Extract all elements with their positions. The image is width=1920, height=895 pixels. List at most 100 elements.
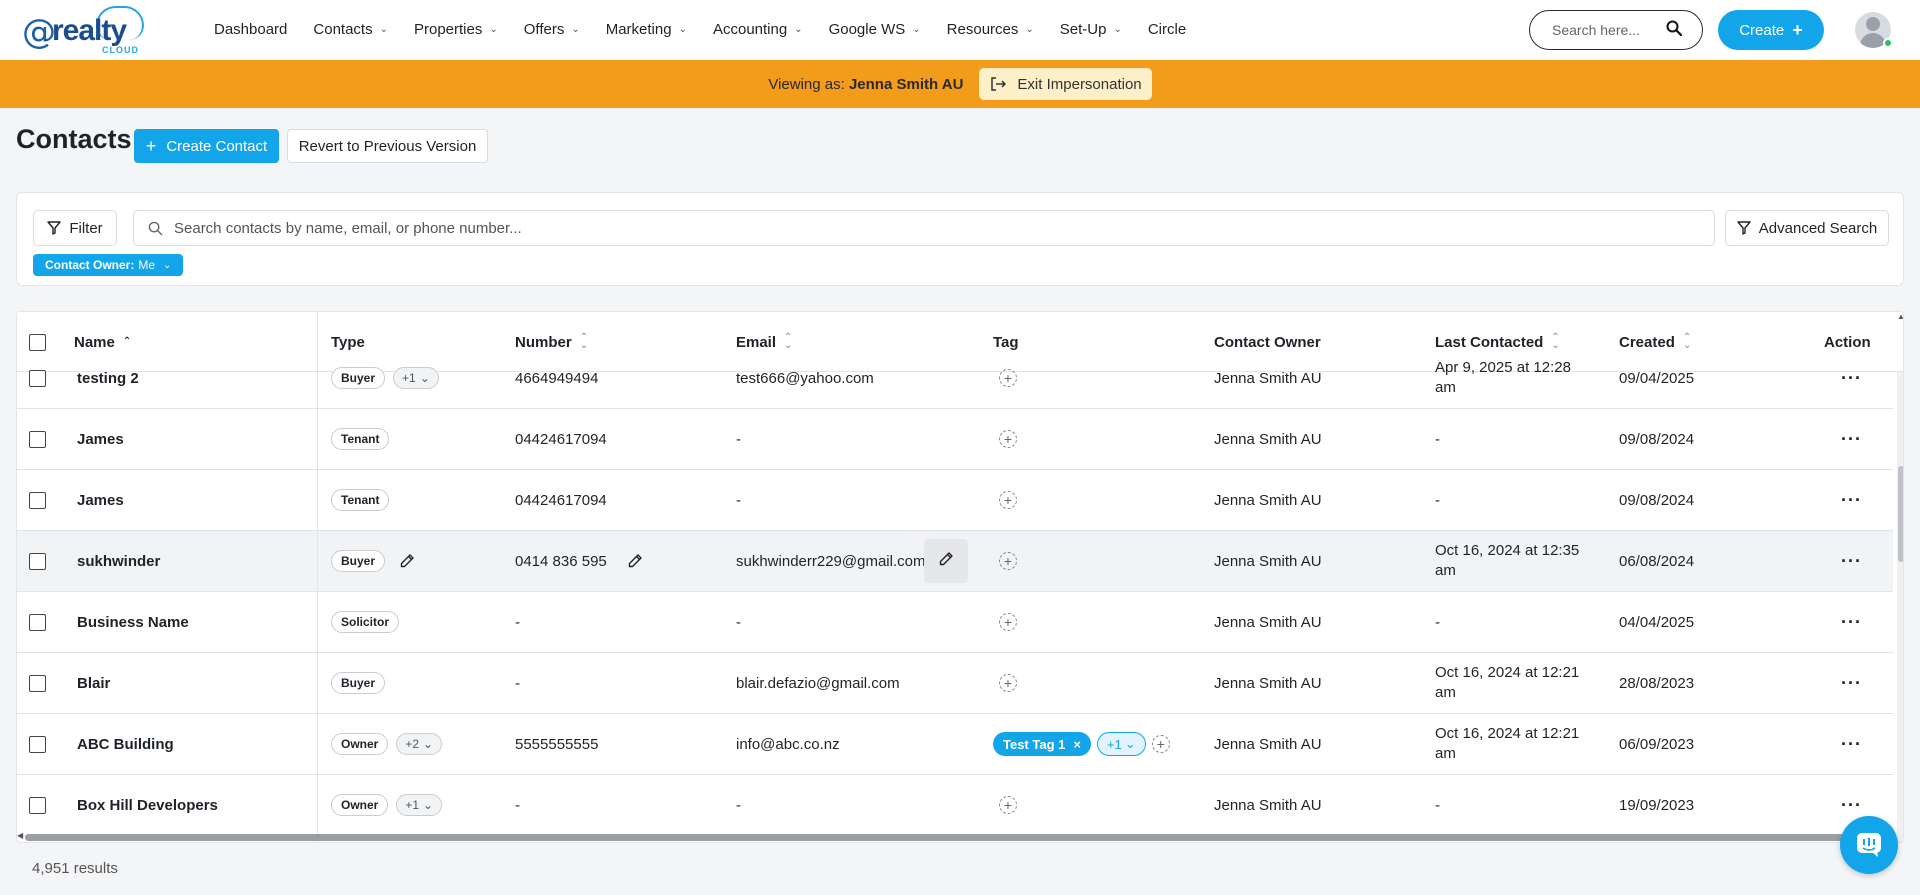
row-actions-button[interactable]: ··· [1841,409,1862,469]
row-checkbox[interactable] [29,735,46,753]
nav-item-properties[interactable]: Properties ⌄ [414,21,498,38]
add-tag-icon[interactable]: + [999,674,1017,692]
row-checkbox[interactable] [29,613,46,631]
impersonation-banner: Viewing as: Jenna Smith AU Exit Imperson… [0,60,1920,108]
row-checkbox-cell [29,409,46,469]
row-actions-button[interactable]: ··· [1841,348,1862,408]
contact-email: - [736,613,741,631]
advanced-search-button[interactable]: Advanced Search [1725,210,1889,246]
contact-name[interactable]: ABC Building [77,714,174,774]
nav-item-resources[interactable]: Resources ⌄ [947,21,1034,38]
type-badge[interactable]: Buyer [331,550,386,572]
contact-name[interactable]: James [77,409,124,469]
row-actions-button[interactable]: ··· [1841,531,1862,591]
nav-item-dashboard[interactable]: Dashboard [214,21,287,38]
row-checkbox[interactable] [29,430,46,448]
revert-version-button[interactable]: Revert to Previous Version [287,129,488,163]
table-row[interactable]: sukhwinder Buyer 0414 836 595 sukhwinderr22… [17,531,1893,592]
table-row[interactable]: James Tenant 04424617094 - + Jenna Smith AU - 0… [17,470,1893,531]
row-checkbox[interactable] [29,369,46,387]
row-actions-button[interactable]: ··· [1841,470,1862,530]
contact-name[interactable]: testing 2 [77,348,139,408]
tag-chip[interactable]: Test Tag 1 × [993,732,1091,756]
type-more-count: +1 [402,371,416,385]
add-tag-icon[interactable]: + [999,613,1017,631]
create-button[interactable]: Create + [1718,10,1824,50]
contact-number-cell: 4664949494 [515,348,598,408]
type-badge[interactable]: Buyer [331,672,386,694]
global-search-input[interactable]: Search here... [1529,10,1703,50]
filter-icon [1737,221,1751,235]
nav-item-set-up[interactable]: Set-Up ⌄ [1060,21,1122,38]
contact-name[interactable]: sukhwinder [77,531,160,591]
type-more-badge[interactable]: +1 ⌄ [393,367,439,389]
nav-item-accounting[interactable]: Accounting ⌄ [713,21,803,38]
type-badge[interactable]: Owner [331,794,389,816]
add-tag-icon[interactable]: + [999,369,1017,387]
close-icon[interactable]: × [1073,737,1081,752]
contact-tag-cell: Test Tag 1 × +1 ⌄ + [993,714,1170,774]
create-contact-button[interactable]: + Create Contact [134,129,279,163]
scroll-up-icon[interactable]: ▲ [1897,312,1903,321]
filter-button[interactable]: Filter [33,210,117,246]
search-icon[interactable] [1666,20,1682,36]
type-badge[interactable]: Tenant [331,428,390,450]
vertical-scrollbar[interactable] [1897,372,1903,842]
main-menu: Dashboard Contacts ⌄ Properties ⌄ Offers ⌄ Mark… [214,0,1212,58]
edit-email-button[interactable] [924,539,968,583]
contact-tag-cell: + [993,531,1017,591]
contact-search-input[interactable]: Search contacts by name, email, or phone… [133,210,1715,246]
table-row[interactable]: Blair Buyer - blair.defazio@gmail.com + Jenna… [17,653,1893,714]
scroll-left-icon[interactable]: ◀ [17,831,23,840]
contact-name[interactable]: Business Name [77,592,189,652]
type-badge[interactable]: Owner [331,733,389,755]
contact-name[interactable]: Blair [77,653,110,713]
chat-icon [1857,833,1881,857]
pencil-icon[interactable] [627,553,643,569]
contact-type-cell: Owner +2 ⌄ [331,714,443,774]
type-more-badge[interactable]: +2 ⌄ [396,733,443,755]
tag-more-badge[interactable]: +1 ⌄ [1096,732,1146,756]
add-tag-icon[interactable]: + [999,552,1017,570]
vertical-scroll-thumb[interactable] [1898,466,1903,562]
add-tag-icon[interactable]: + [999,491,1017,509]
table-row[interactable]: Box Hill Developers Owner +1 ⌄ - - + Jenna Smit… [17,775,1893,836]
contact-owner-chip[interactable]: Contact Owner: Me ⌄ [33,254,184,276]
contact-number-cell: 04424617094 [515,409,607,469]
contact-email: info@abc.co.nz [736,735,840,753]
add-tag-icon[interactable]: + [999,796,1017,814]
chevron-down-icon: ⌄ [423,737,434,751]
chevron-down-icon: ⌄ [571,23,580,35]
nav-item-marketing[interactable]: Marketing ⌄ [606,21,687,38]
nav-item-offers[interactable]: Offers ⌄ [524,21,580,38]
contact-name[interactable]: Box Hill Developers [77,775,218,835]
chat-support-button[interactable] [1840,816,1898,874]
nav-item-circle[interactable]: Circle [1148,21,1186,38]
type-badge[interactable]: Buyer [331,367,386,389]
add-tag-icon[interactable]: + [1151,735,1170,753]
pencil-icon[interactable] [399,553,415,569]
horizontal-scrollbar[interactable] [25,834,1891,841]
nav-item-google-ws[interactable]: Google WS ⌄ [829,21,921,38]
chevron-down-icon: ⌄ [379,23,388,35]
row-checkbox[interactable] [29,552,46,570]
row-checkbox[interactable] [29,796,46,814]
nav-item-contacts[interactable]: Contacts ⌄ [313,21,388,38]
table-row[interactable]: Business Name Solicitor - - + Jenna Smith AU -… [17,592,1893,653]
row-actions-button[interactable]: ··· [1841,653,1862,713]
table-row[interactable]: James Tenant 04424617094 - + Jenna Smith AU - 0… [17,409,1893,470]
exit-impersonation-button[interactable]: Exit Impersonation [979,68,1152,100]
table-row[interactable]: ABC Building Owner +2 ⌄ 5555555555 info@abc.c… [17,714,1893,775]
row-actions-button[interactable]: ··· [1841,714,1862,774]
type-more-badge[interactable]: +1 ⌄ [396,794,443,816]
row-checkbox[interactable] [29,674,46,692]
realty-cloud-logo[interactable]: @ realty CLOUD [22,6,146,55]
contact-name[interactable]: James [77,470,124,530]
row-actions-button[interactable]: ··· [1841,592,1862,652]
row-checkbox[interactable] [29,491,46,509]
table-row[interactable]: testing 2 Buyer +1 ⌄ 4664949494 test666@yahoo… [17,348,1893,409]
type-badge[interactable]: Solicitor [331,611,400,633]
add-tag-icon[interactable]: + [999,430,1017,448]
type-badge[interactable]: Tenant [331,489,390,511]
created-date: 04/04/2025 [1619,613,1695,631]
